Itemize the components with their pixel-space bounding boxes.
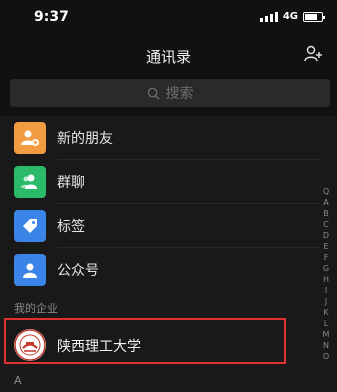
tag-icon: [14, 210, 46, 242]
network-type: 4G: [282, 11, 298, 22]
new-friends-label: 新的朋友: [57, 131, 113, 147]
contacts-section-header: A: [0, 370, 320, 392]
group-chats-label: 群聊: [57, 175, 85, 191]
index-letter[interactable]: L: [324, 318, 328, 329]
signal-icon: [259, 11, 278, 22]
highlight-box: [4, 318, 286, 364]
index-letter[interactable]: K: [323, 307, 328, 318]
official-accounts-label: 公众号: [57, 263, 99, 279]
index-letter[interactable]: B: [323, 208, 329, 219]
enterprise-section-header: 我的企业: [0, 298, 320, 320]
index-letter[interactable]: F: [324, 252, 329, 263]
alphabet-index-bar[interactable]: QABCDEFGHIJKLMNO: [320, 186, 332, 362]
index-letter[interactable]: I: [325, 285, 327, 296]
index-letter[interactable]: M: [323, 329, 330, 340]
status-time: 9:37: [34, 9, 69, 25]
search-icon: [147, 87, 160, 100]
search-placeholder: 搜索: [165, 86, 194, 102]
index-letter[interactable]: G: [323, 263, 329, 274]
index-letter[interactable]: H: [323, 274, 329, 285]
official-account-icon: [14, 254, 46, 286]
search-input[interactable]: 搜索: [10, 79, 330, 107]
official-accounts-item[interactable]: 公众号: [0, 248, 320, 292]
index-letter[interactable]: J: [325, 296, 327, 307]
status-indicators: 4G: [259, 11, 325, 22]
index-letter[interactable]: C: [323, 219, 329, 230]
index-letter[interactable]: D: [323, 230, 329, 241]
index-letter[interactable]: E: [323, 241, 328, 252]
index-letter[interactable]: O: [323, 351, 329, 362]
index-letter[interactable]: Q: [323, 186, 329, 197]
nav-bar: 通讯录: [0, 36, 337, 76]
add-friend-icon: [14, 122, 46, 154]
status-bar: 9:37 4G: [0, 0, 337, 36]
group-chats-item[interactable]: 群聊: [0, 160, 320, 204]
page-title: 通讯录: [145, 48, 191, 66]
battery-icon: [303, 11, 325, 22]
index-letter[interactable]: N: [323, 340, 329, 351]
add-contact-icon[interactable]: [303, 44, 323, 64]
new-friends-item[interactable]: 新的朋友: [0, 116, 320, 160]
index-letter[interactable]: A: [323, 197, 328, 208]
tags-item[interactable]: 标签: [0, 204, 320, 248]
tags-label: 标签: [57, 219, 85, 235]
group-chat-icon: [14, 166, 46, 198]
search-area: 搜索: [0, 76, 337, 116]
